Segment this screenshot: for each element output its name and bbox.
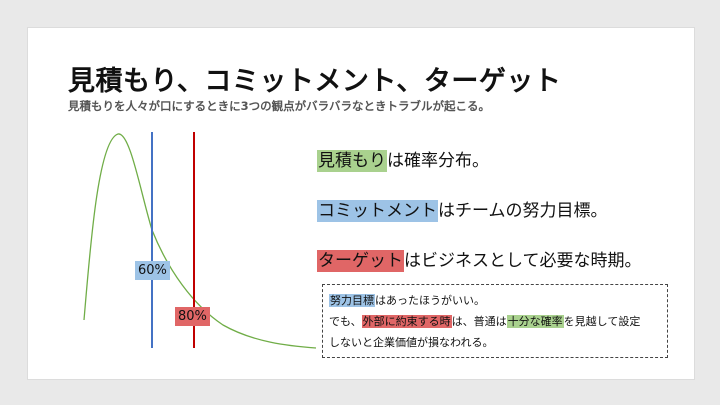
slide: 見積もり、コミットメント、ターゲット 見積もりを人々が口にするときに3つの観点が… [27,27,695,380]
note-text: でも、 [329,315,362,328]
statement-commitment-text: はチームの努力目標。 [438,201,608,221]
note-highlight-external-promise: 外部に約束する時 [361,315,452,328]
slide-subtitle: 見積もりを人々が口にするときに3つの観点がバラバラなときトラブルが起こる。 [68,99,490,113]
highlight-commitment: コミットメント [317,200,438,222]
statement-estimate: 見積もりは確率分布。 [317,146,489,172]
slide-title: 見積もり、コミットメント、ターゲット [68,66,562,97]
note-highlight-effort-goal: 努力目標 [329,294,375,307]
note-text: を見越して設定 [563,315,641,328]
note-line-3: しないと企業価値が損なわれる。 [329,336,494,349]
note-highlight-sufficient-probability: 十分な確率 [506,315,564,328]
highlight-estimate: 見積もり [317,150,387,172]
probability-distribution-figure: 60% 80% [68,120,318,360]
highlight-target: ターゲット [317,250,404,272]
note-text: は、普通は [451,315,507,328]
note-box: 努力目標はあったほうがいい。 でも、外部に約束する時は、普通は十分な確率を見越し… [322,284,668,358]
statement-target: ターゲットはビジネスとして必要な時期。 [317,246,642,272]
note-line-1: 努力目標はあったほうがいい。 [329,290,661,311]
percentile-label-60: 60% [135,261,170,280]
statement-target-text: はビジネスとして必要な時期。 [404,251,642,271]
statement-estimate-text: は確率分布。 [387,151,489,171]
note-line-2: でも、外部に約束する時は、普通は十分な確率を見越して設定 [329,311,661,332]
note-text: はあったほうがいい。 [375,294,485,307]
percentile-label-80: 80% [175,307,210,326]
statement-commitment: コミットメントはチームの努力目標。 [317,196,608,222]
